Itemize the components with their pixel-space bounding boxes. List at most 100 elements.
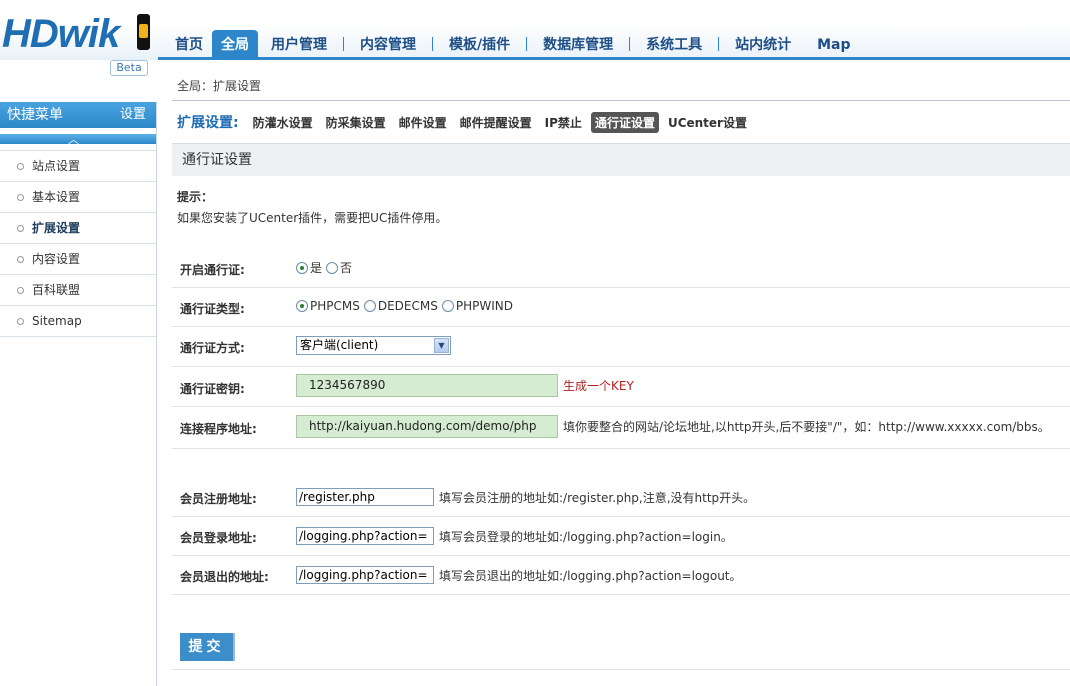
sidebar-item-sitemap[interactable]: Sitemap	[0, 306, 156, 337]
tab-ip-ban[interactable]: IP禁止	[541, 112, 586, 133]
divider	[172, 100, 1070, 101]
nav-divider	[432, 37, 433, 51]
mode-control: 客户端(client) ▼	[296, 336, 451, 355]
bullet-icon	[17, 256, 24, 263]
field-hint: 填写会员注册的地址如:/register.php,注意,没有http开头。	[439, 490, 756, 505]
top-nav: 首页 全局 用户管理 内容管理 模板/插件 数据库管理 系统工具 站内统计 Ma…	[166, 27, 860, 60]
field-label: 会员退出的地址:	[180, 570, 269, 584]
sidebar-item-label: 基本设置	[32, 190, 81, 204]
field-label: 通行证方式:	[180, 341, 245, 355]
type-dedecms-radio[interactable]	[363, 300, 376, 312]
bullet-icon	[17, 318, 24, 325]
sidebar-item-content-settings[interactable]: 内容设置	[0, 244, 156, 275]
submit-button[interactable]: 提交	[180, 633, 235, 661]
sidebar-menu: 站点设置 基本设置 扩展设置 内容设置 百科联盟 Sitemap	[0, 150, 156, 337]
form-row-logout: 会员退出的地址: /logging.php?action= 填写会员退出的地址如…	[172, 556, 1070, 595]
field-label: 连接程序地址:	[180, 422, 257, 436]
bullet-icon	[17, 194, 24, 201]
sidebar-item-wiki-alliance[interactable]: 百科联盟	[0, 275, 156, 306]
logout-control: /logging.php?action= 填写会员退出的地址如:/logging…	[296, 566, 742, 584]
sidebar-collapse-bar[interactable]: ︿	[0, 133, 156, 146]
field-hint: 填写会员登录的地址如:/logging.php?action=login。	[439, 529, 733, 544]
register-control: /register.php 填写会员注册的地址如:/register.php,注…	[296, 488, 755, 506]
divider	[172, 669, 1070, 670]
tab-ucenter[interactable]: UCenter设置	[664, 112, 751, 133]
logo-mark-icon	[137, 14, 150, 50]
nav-users[interactable]: 用户管理	[262, 30, 336, 60]
nav-divider	[526, 37, 528, 51]
tab-passport[interactable]: 通行证设置	[590, 111, 659, 133]
logout-url-input[interactable]: /logging.php?action=	[296, 566, 434, 584]
field-label: 会员注册地址:	[180, 492, 257, 506]
field-label: 会员登录地址:	[180, 531, 257, 545]
bullet-icon	[17, 163, 24, 170]
nav-content[interactable]: 内容管理	[351, 30, 425, 60]
header: HDwik 首页 全局 用户管理 内容管理 模板/插件 数据库管理 系统工具 站…	[0, 0, 1070, 60]
quick-menu-settings-link[interactable]: 设置	[120, 102, 146, 128]
type-radio-group: PHPCMS DEDECMS PHPWIND	[296, 299, 517, 313]
enable-yes-radio[interactable]	[296, 261, 308, 274]
tab-mail[interactable]: 邮件设置	[395, 112, 451, 133]
register-url-input[interactable]: /register.php	[296, 488, 434, 506]
quick-menu-title: 快捷菜单	[7, 107, 63, 123]
login-url-input[interactable]: /logging.php?action=	[296, 527, 434, 545]
form-row-register: 会员注册地址: /register.php 填写会员注册的地址如:/regist…	[172, 478, 1070, 517]
breadcrumb: 全局：扩展设置	[177, 79, 262, 93]
sidebar: 快捷菜单 设置 ︿ 站点设置 基本设置 扩展设置 内容设置 百科联盟 Sitem…	[0, 102, 157, 686]
sidebar-item-label: 内容设置	[32, 252, 81, 266]
api-url-control: http://kaiyuan.hudong.com/demo/php 填你要整合…	[296, 415, 1050, 438]
section-title: 通行证设置	[172, 143, 1070, 176]
field-hint: 填写会员退出的地址如:/logging.php?action=logout。	[439, 568, 742, 583]
generate-key-link[interactable]: 生成一个KEY	[563, 377, 634, 394]
quick-menu-header: 快捷菜单 设置	[0, 102, 156, 128]
sidebar-item-basic-settings[interactable]: 基本设置	[0, 182, 156, 213]
sub-nav-title: 扩展设置:	[177, 115, 239, 131]
nav-map[interactable]: Map	[808, 30, 859, 60]
tips-text: 如果您安装了UCenter插件，需要把UC插件停用。	[177, 211, 448, 225]
form-row-api-url: 连接程序地址: http://kaiyuan.hudong.com/demo/p…	[172, 407, 1070, 449]
radio-label: PHPWIND	[455, 299, 513, 313]
nav-home[interactable]: 首页	[166, 30, 212, 60]
sidebar-item-label: Sitemap	[32, 314, 82, 328]
form-row-key: 通行证密钥: 1234567890 生成一个KEY	[172, 367, 1070, 407]
chevron-down-icon: ▼	[434, 338, 449, 353]
nav-divider	[718, 37, 720, 51]
radio-label: PHPCMS	[310, 299, 360, 313]
tab-anti-spam[interactable]: 防灌水设置	[249, 112, 317, 133]
sidebar-item-extension-settings[interactable]: 扩展设置	[0, 213, 156, 244]
enable-radio-group: 是 否	[296, 259, 356, 276]
nav-tools[interactable]: 系统工具	[637, 30, 711, 60]
field-label: 通行证密钥:	[180, 382, 245, 396]
nav-templates[interactable]: 模板/插件	[440, 30, 519, 60]
enable-no-radio[interactable]	[326, 261, 339, 274]
form-row-login: 会员登录地址: /logging.php?action= 填写会员登录的地址如:…	[172, 517, 1070, 556]
bullet-icon	[17, 225, 24, 232]
tab-mail-notify[interactable]: 邮件提醒设置	[456, 112, 536, 133]
sidebar-item-label: 站点设置	[32, 159, 81, 173]
form-row-enable: 开启通行证: 是 否	[172, 248, 1070, 288]
radio-label: 否	[340, 261, 353, 275]
radio-label: 是	[310, 261, 323, 275]
nav-database[interactable]: 数据库管理	[534, 30, 622, 60]
nav-underline	[158, 57, 1070, 60]
type-phpcms-radio[interactable]	[296, 300, 308, 312]
form-row-mode: 通行证方式: 客户端(client) ▼	[172, 327, 1070, 367]
type-phpwind-radio[interactable]	[441, 300, 454, 312]
bullet-icon	[17, 287, 24, 294]
passport-key-input[interactable]: 1234567890	[296, 374, 558, 397]
chevron-up-icon: ︿	[68, 133, 79, 146]
sidebar-item-label: 扩展设置	[32, 221, 81, 235]
nav-stats[interactable]: 站内统计	[726, 30, 800, 60]
radio-label: DEDECMS	[377, 299, 438, 313]
field-hint: 填你要整合的网站/论坛地址,以http开头,后不要接"/"，如：http://w…	[563, 420, 1050, 434]
tab-anti-scrape[interactable]: 防采集设置	[322, 112, 390, 133]
sidebar-item-site-settings[interactable]: 站点设置	[0, 151, 156, 182]
nav-global[interactable]: 全局	[212, 30, 258, 60]
form-row-type: 通行证类型: PHPCMS DEDECMS PHPWIND	[172, 288, 1070, 327]
mode-select-value: 客户端(client)	[300, 338, 379, 352]
beta-badge: Beta	[110, 60, 148, 76]
logo: HDwik	[2, 12, 120, 56]
api-url-input[interactable]: http://kaiyuan.hudong.com/demo/php	[296, 415, 558, 438]
mode-select[interactable]: 客户端(client) ▼	[296, 336, 451, 355]
sub-nav: 扩展设置: 防灌水设置 防采集设置 邮件设置 邮件提醒设置 IP禁止 通行证设置…	[177, 111, 756, 133]
